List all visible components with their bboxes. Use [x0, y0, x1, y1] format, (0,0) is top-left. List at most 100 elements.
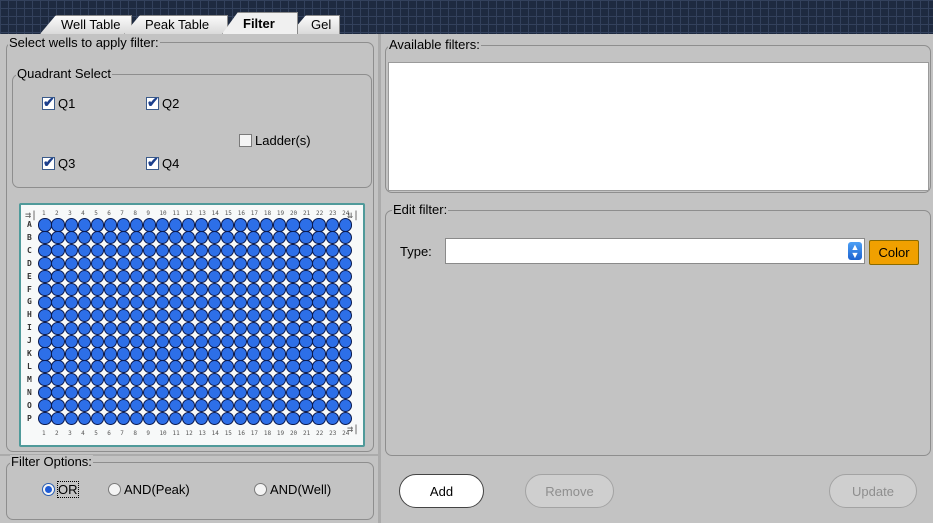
column-number-bottom[interactable]: 15	[225, 431, 232, 437]
plate-well[interactable]	[116, 360, 130, 374]
plate-well[interactable]	[312, 295, 326, 309]
plate-well[interactable]	[77, 257, 91, 271]
column-number-bottom[interactable]: 13	[199, 431, 206, 437]
plate-well[interactable]	[247, 244, 261, 258]
plate-well[interactable]	[338, 218, 352, 232]
plate-well[interactable]	[286, 399, 300, 413]
plate-well[interactable]	[260, 282, 274, 297]
plate-well[interactable]	[90, 386, 104, 400]
plate-well[interactable]	[129, 321, 143, 335]
row-label-left[interactable]: N	[27, 388, 32, 397]
plate-well[interactable]	[234, 308, 248, 322]
plate-well[interactable]	[168, 347, 183, 361]
plate-well[interactable]	[77, 386, 91, 400]
plate-well[interactable]	[338, 308, 352, 322]
plate-well[interactable]	[312, 321, 326, 335]
plate-well[interactable]	[155, 270, 170, 284]
plate-well[interactable]	[247, 218, 261, 232]
plate-well[interactable]	[116, 373, 130, 387]
row-label-left[interactable]: J	[27, 337, 32, 345]
plate-well[interactable]	[273, 386, 287, 400]
plate-well[interactable]	[168, 321, 183, 335]
plate-well[interactable]	[299, 347, 313, 361]
tab-filter[interactable]: Filter	[222, 12, 298, 34]
plate-well[interactable]	[221, 244, 235, 258]
plate-well[interactable]	[103, 373, 117, 387]
plate-well[interactable]	[90, 360, 104, 374]
plate-well[interactable]	[260, 411, 274, 426]
q4-checkbox[interactable]: Q4	[146, 154, 179, 171]
plate-well[interactable]	[260, 386, 274, 400]
plate-well[interactable]	[208, 218, 222, 232]
plate-well[interactable]	[260, 244, 274, 258]
plate-well[interactable]	[103, 334, 117, 348]
plate-well[interactable]	[129, 218, 143, 232]
plate-well[interactable]	[195, 218, 209, 232]
plate-well[interactable]	[103, 231, 117, 245]
plate-well[interactable]	[299, 295, 313, 309]
plate-well[interactable]	[38, 386, 52, 400]
and-well-radio[interactable]: AND(Well)	[254, 482, 331, 497]
plate-well[interactable]	[90, 321, 104, 335]
plate-well[interactable]	[168, 308, 183, 322]
plate-well[interactable]	[208, 399, 222, 413]
available-filters-list[interactable]	[388, 62, 929, 191]
plate-well[interactable]	[312, 257, 326, 271]
plate-well[interactable]	[312, 386, 326, 400]
plate-well[interactable]	[142, 360, 156, 374]
plate-well[interactable]	[195, 244, 209, 258]
plate-well[interactable]	[38, 244, 52, 258]
plate-well[interactable]	[273, 360, 287, 374]
plate-well[interactable]	[142, 386, 156, 400]
plate-well[interactable]	[221, 218, 235, 232]
plate-well[interactable]	[221, 411, 235, 426]
plate-well[interactable]	[286, 218, 300, 232]
plate-well[interactable]	[51, 231, 65, 245]
plate-well[interactable]	[116, 308, 130, 322]
plate-well[interactable]	[129, 282, 143, 297]
plate-well[interactable]	[129, 231, 143, 245]
plate-well[interactable]	[299, 218, 313, 232]
plate-well[interactable]	[77, 321, 91, 335]
plate-well[interactable]	[181, 411, 196, 426]
plate-well[interactable]	[155, 308, 170, 322]
plate-well[interactable]	[221, 308, 235, 322]
plate-well[interactable]	[234, 295, 248, 309]
plate-well[interactable]	[273, 399, 287, 413]
plate-well[interactable]	[77, 218, 91, 232]
plate-well[interactable]	[208, 360, 222, 374]
plate-well[interactable]	[181, 257, 196, 271]
plate-well[interactable]	[195, 360, 209, 374]
plate-well[interactable]	[64, 218, 78, 232]
column-number-top[interactable]: 9	[146, 211, 150, 217]
plate-well[interactable]	[247, 360, 261, 374]
plate-well[interactable]	[195, 321, 209, 335]
plate-well[interactable]	[90, 231, 104, 245]
plate-well[interactable]	[221, 386, 235, 400]
plate-well[interactable]	[155, 218, 170, 232]
plate-well[interactable]	[234, 257, 248, 271]
plate-well[interactable]	[325, 386, 339, 400]
plate-well[interactable]	[208, 231, 222, 245]
plate-well[interactable]	[260, 295, 274, 309]
column-number-top[interactable]: 8	[133, 211, 137, 217]
plate-well[interactable]	[286, 386, 300, 400]
plate-well[interactable]	[77, 231, 91, 245]
plate-well[interactable]	[77, 270, 91, 284]
plate-well[interactable]	[77, 282, 91, 297]
plate-well[interactable]	[260, 308, 274, 322]
plate-well[interactable]	[325, 218, 339, 232]
column-number-top[interactable]: 6	[107, 211, 111, 217]
plate-well[interactable]	[195, 373, 209, 387]
plate-well[interactable]	[103, 347, 117, 361]
plate-well[interactable]	[116, 270, 130, 284]
plate-well[interactable]	[103, 321, 117, 335]
column-number-top[interactable]: 19	[277, 211, 284, 217]
plate-well[interactable]	[312, 270, 326, 284]
plate-well[interactable]	[142, 373, 156, 387]
plate-well[interactable]	[286, 321, 300, 335]
plate-well[interactable]	[103, 244, 117, 258]
plate-well[interactable]	[221, 257, 235, 271]
plate-well[interactable]	[64, 257, 78, 271]
plate-well[interactable]	[181, 386, 196, 400]
